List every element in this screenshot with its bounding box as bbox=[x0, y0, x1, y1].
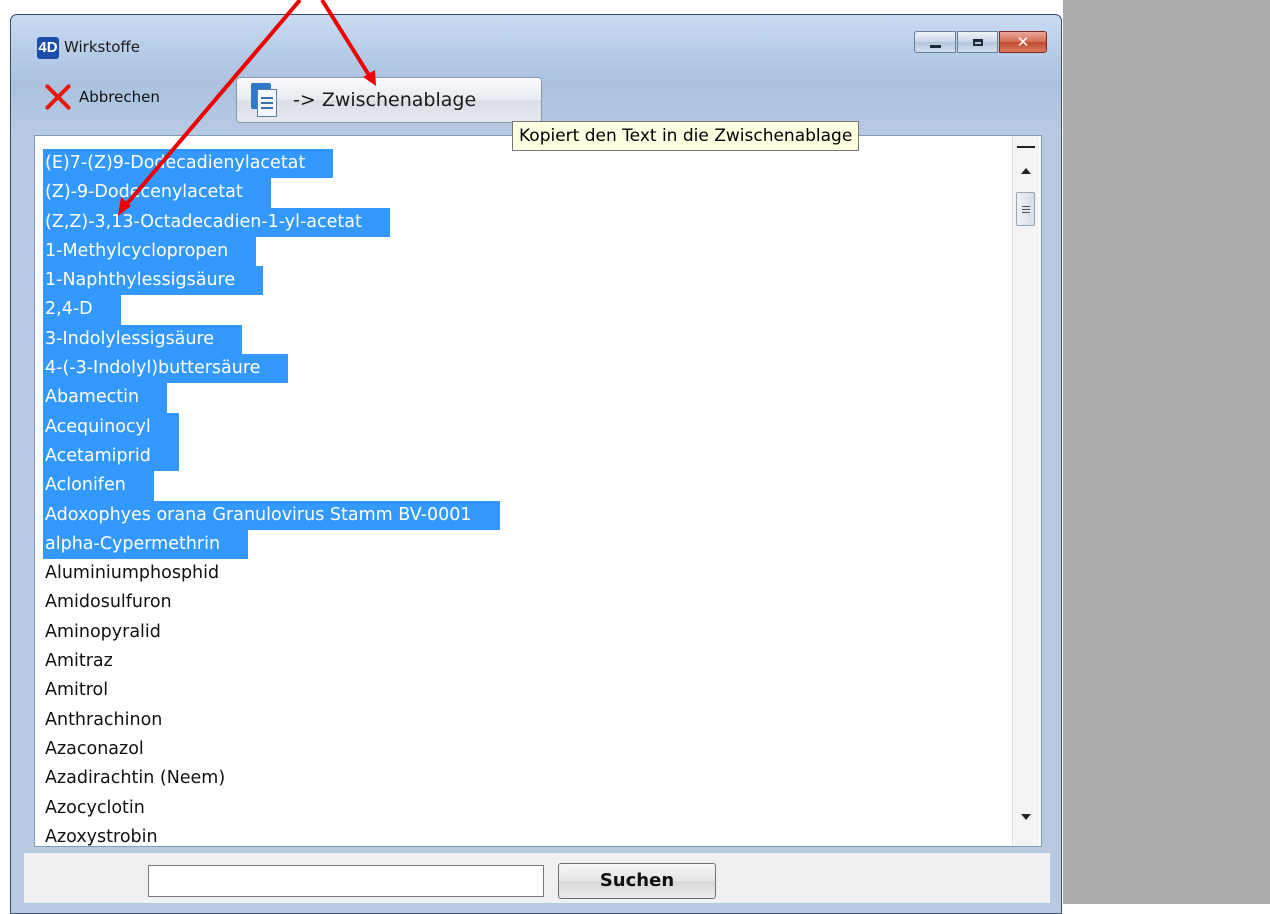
maximize-icon bbox=[972, 38, 983, 46]
list-item[interactable]: (Z)-9-Dodecenylacetat bbox=[43, 178, 271, 208]
copy-to-clipboard-label: -> Zwischenablage bbox=[293, 89, 477, 111]
clipboard-tooltip: Kopiert den Text in die Zwischenablage bbox=[512, 121, 860, 151]
clipboard-document-icon bbox=[251, 83, 277, 117]
maximize-button[interactable] bbox=[957, 31, 998, 53]
scroll-up-arrow-icon[interactable] bbox=[1021, 168, 1031, 174]
vertical-scrollbar[interactable] bbox=[1012, 136, 1039, 846]
list-item[interactable]: Acetamiprid bbox=[43, 441, 179, 472]
list-item[interactable]: Adoxophyes orana Granulovirus Stamm BV-0… bbox=[43, 500, 500, 530]
minimize-button[interactable] bbox=[914, 31, 956, 53]
search-button[interactable]: Suchen bbox=[558, 863, 716, 899]
list-item[interactable]: Azaconazol bbox=[43, 735, 500, 764]
list-item[interactable]: 3-Indolylessigsäure bbox=[43, 324, 243, 355]
list-item[interactable]: Amidosulfuron bbox=[43, 588, 500, 617]
list-item[interactable]: (Z,Z)-3,13-Octadecadien-1-yl-acetat bbox=[43, 207, 390, 237]
list-item[interactable]: Abamectin bbox=[43, 383, 168, 413]
list-item[interactable]: Amitraz bbox=[43, 647, 500, 676]
list-item[interactable]: Amitrol bbox=[43, 676, 500, 705]
list-item[interactable]: Aminopyralid bbox=[43, 618, 500, 647]
list-item[interactable]: Anthrachinon bbox=[43, 706, 500, 735]
title-bar[interactable]: 4D Wirkstoffe ✕ bbox=[11, 15, 1061, 61]
list-item[interactable]: Azocyclotin bbox=[43, 794, 500, 823]
cancel-button[interactable]: Abbrechen bbox=[43, 79, 160, 115]
cancel-button-label: Abbrechen bbox=[79, 88, 160, 106]
list-item[interactable]: 4-(-3-Indolyl)buttersäure bbox=[43, 354, 289, 384]
scrollbar-top-marker bbox=[1017, 146, 1035, 153]
scrollbar-thumb[interactable] bbox=[1016, 192, 1035, 226]
window-controls: ✕ bbox=[913, 31, 1047, 55]
app-logo-icon: 4D bbox=[37, 37, 59, 59]
screen-top-strip bbox=[0, 0, 1063, 14]
list-items-container: (E)7-(Z)9-Dodecadienylacetat (Z)-9-Dodece… bbox=[43, 149, 500, 846]
list-item[interactable]: 2,4-D bbox=[43, 295, 121, 325]
close-button[interactable]: ✕ bbox=[999, 31, 1047, 53]
list-item[interactable]: Aclonifen bbox=[43, 471, 154, 501]
scroll-down-arrow-icon[interactable] bbox=[1021, 814, 1031, 820]
minimize-icon bbox=[929, 44, 941, 48]
list-item[interactable]: Azadirachtin (Neem) bbox=[43, 764, 500, 793]
copy-to-clipboard-button[interactable]: -> Zwischenablage bbox=[236, 77, 542, 123]
red-x-icon bbox=[43, 82, 73, 112]
list-item[interactable]: Aluminiumphosphid bbox=[43, 559, 500, 588]
list-item[interactable]: (E)7-(Z)9-Dodecadienylacetat bbox=[43, 149, 334, 179]
list-item[interactable]: Azoxystrobin bbox=[43, 823, 500, 846]
close-icon: ✕ bbox=[1016, 32, 1030, 51]
list-item[interactable]: alpha-Cypermethrin bbox=[43, 529, 249, 560]
list-item[interactable]: 1-Naphthylessigsäure bbox=[43, 266, 264, 296]
list-item[interactable]: 1-Methylcyclopropen bbox=[43, 236, 257, 267]
window-title: Wirkstoffe bbox=[64, 38, 140, 56]
list-item[interactable]: Acequinocyl bbox=[43, 412, 179, 442]
search-bar: Suchen bbox=[24, 853, 1050, 903]
desktop-background bbox=[1063, 0, 1270, 904]
search-input[interactable] bbox=[148, 865, 544, 897]
active-substances-list[interactable]: (E)7-(Z)9-Dodecadienylacetat (Z)-9-Dodece… bbox=[34, 135, 1042, 847]
